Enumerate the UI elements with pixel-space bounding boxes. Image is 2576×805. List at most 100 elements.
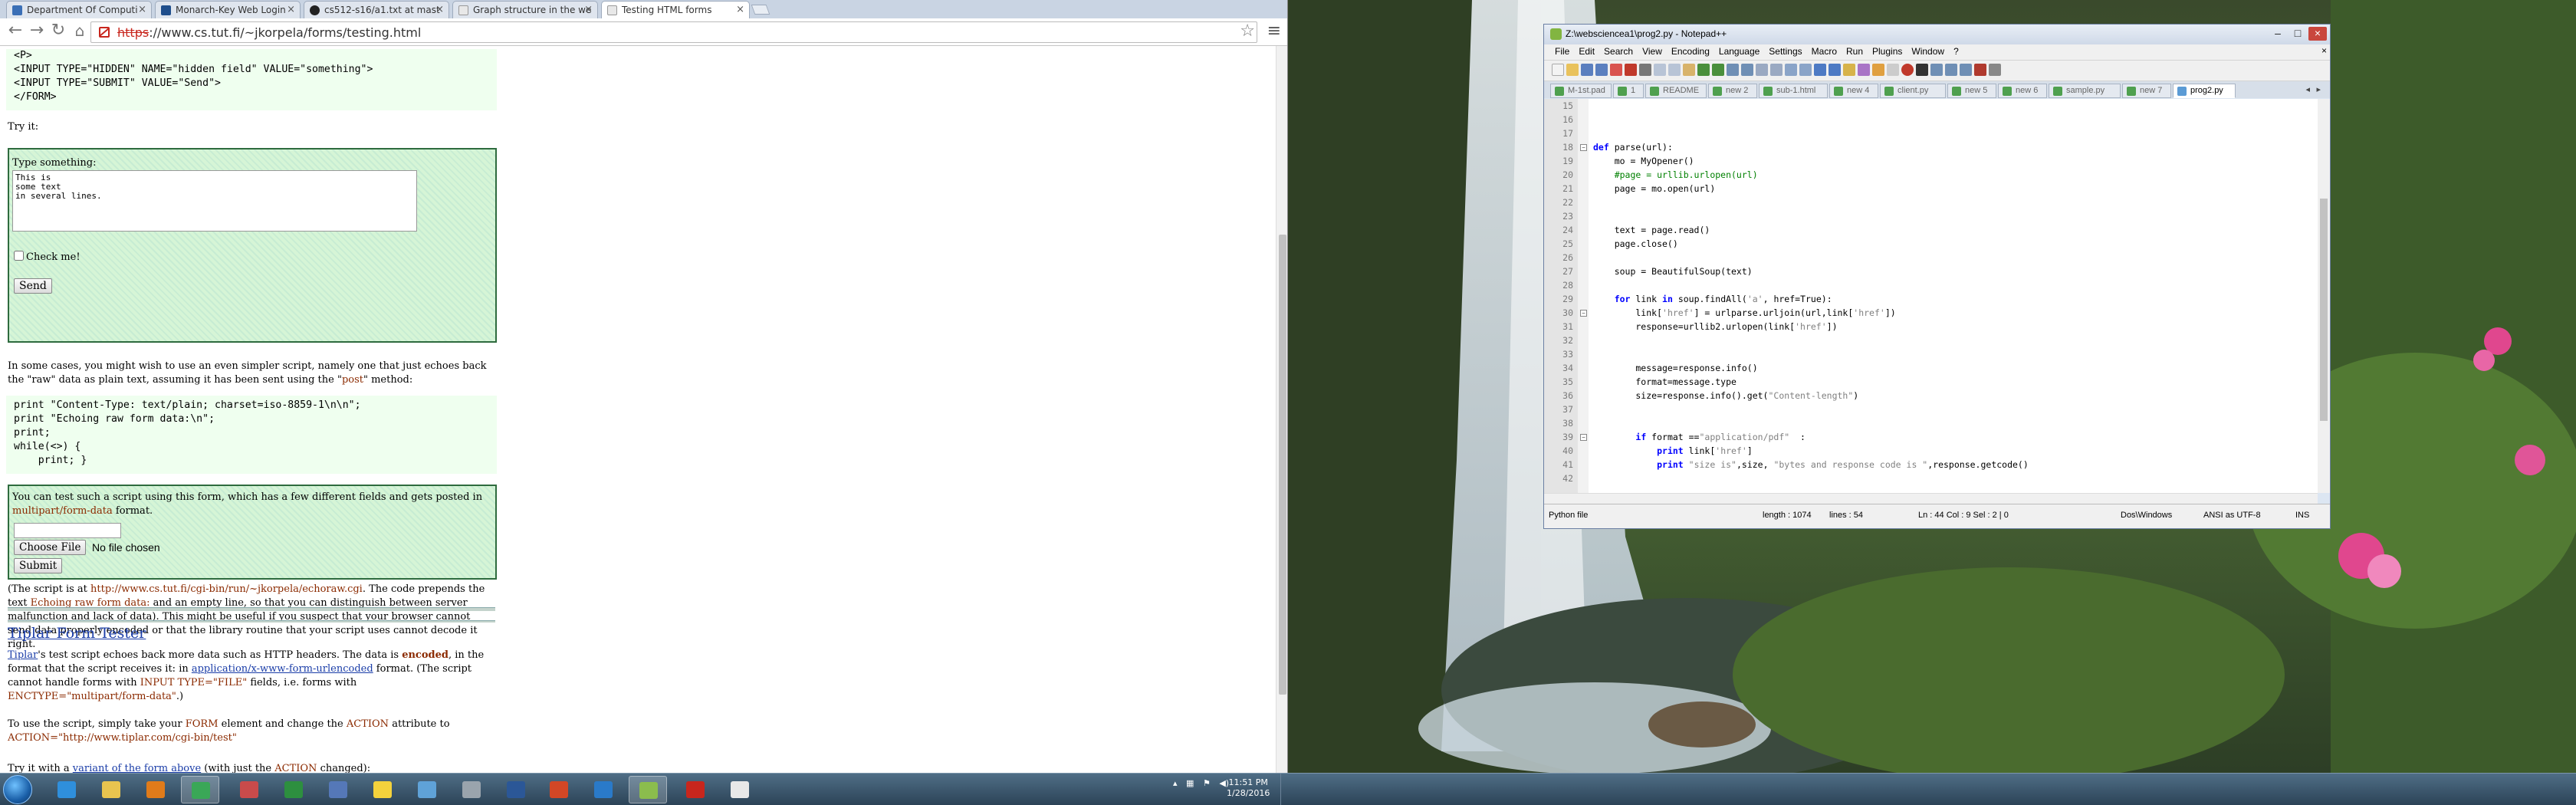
text-input[interactable] [14, 523, 121, 538]
network-tray-icon[interactable]: ▦ [1186, 778, 1194, 788]
doc-tab[interactable]: README [1645, 84, 1707, 98]
taskbar-button[interactable] [136, 776, 175, 803]
find-icon[interactable] [1727, 64, 1739, 76]
reload-icon[interactable]: ↻ [49, 22, 67, 41]
show-all-chars-icon[interactable] [1829, 64, 1841, 76]
plugin-icon[interactable] [1974, 64, 1986, 76]
address-bar[interactable]: https://www.cs.tut.fi/~jkorpela/forms/te… [90, 21, 1257, 43]
browser-tab[interactable]: Monarch-Key Web Login × [155, 1, 301, 18]
urlencoded-link[interactable]: application/x-www-form-urlencoded [192, 663, 373, 675]
cut-icon[interactable] [1654, 64, 1666, 76]
taskbar-button[interactable] [584, 776, 623, 803]
save-icon[interactable] [1581, 64, 1593, 76]
tab-close-icon[interactable]: × [584, 4, 593, 15]
start-button-icon[interactable] [3, 775, 32, 804]
doc-tab-active[interactable]: prog2.py [2173, 84, 2236, 98]
menu-settings[interactable]: Settings [1769, 46, 1802, 57]
scrollbar-thumb[interactable] [1279, 235, 1286, 695]
menu-encoding[interactable]: Encoding [1671, 46, 1710, 57]
menu-plugins[interactable]: Plugins [1872, 46, 1902, 57]
doc-tab[interactable]: new 7 [2122, 84, 2171, 98]
taskbar-button[interactable] [230, 776, 268, 803]
sync-h-icon[interactable] [1799, 64, 1812, 76]
record-macro-icon[interactable] [1901, 64, 1914, 76]
paste-icon[interactable] [1683, 64, 1695, 76]
new-file-icon[interactable] [1552, 64, 1564, 76]
taskbar-button[interactable] [181, 776, 219, 803]
fold-toggle-icon[interactable]: − [1580, 434, 1587, 441]
doc-tab[interactable]: new 2 [1708, 84, 1757, 98]
sync-v-icon[interactable] [1785, 64, 1797, 76]
menu-window[interactable]: Window [1911, 46, 1944, 57]
taskbar-button[interactable] [629, 776, 667, 803]
tab-scroll-left-icon[interactable]: ◂ [2305, 84, 2310, 94]
close-icon[interactable]: × [2308, 27, 2327, 41]
home-icon[interactable]: ⌂ [71, 22, 89, 41]
menu-macro[interactable]: Macro [1812, 46, 1837, 57]
close-all-icon[interactable] [1625, 64, 1637, 76]
fold-toggle-icon[interactable]: − [1580, 144, 1587, 151]
taskbar-button[interactable] [721, 776, 759, 803]
zoom-in-icon[interactable] [1756, 64, 1768, 76]
flag-icon[interactable]: ⚑ [1203, 778, 1211, 788]
show-desktop-button[interactable] [1280, 774, 1288, 805]
menu-view[interactable]: View [1642, 46, 1662, 57]
doc-tab[interactable]: sub-1.html [1759, 84, 1828, 98]
taskbar-button[interactable] [319, 776, 357, 803]
doc-tab[interactable]: M-1st.pad [1550, 84, 1612, 98]
editor-horizontal-scrollbar[interactable] [1544, 493, 2318, 504]
doc-tab[interactable]: client.py [1880, 84, 1946, 98]
choose-file-button[interactable]: Choose File [14, 540, 87, 555]
bookmark-star-icon[interactable]: ☆ [1240, 21, 1255, 41]
save-all-icon[interactable] [1595, 64, 1608, 76]
browser-tab[interactable]: Department Of Computi × [6, 1, 152, 18]
save-macro-icon[interactable] [1960, 64, 1972, 76]
variant-form-link[interactable]: variant of the form above [73, 763, 201, 773]
tiplar-link[interactable]: Tiplar [8, 649, 38, 661]
undo-icon[interactable] [1697, 64, 1710, 76]
replace-icon[interactable] [1741, 64, 1753, 76]
tab-close-icon[interactable]: × [138, 4, 146, 15]
doc-tab[interactable]: new 4 [1829, 84, 1878, 98]
menu-edit[interactable]: Edit [1579, 46, 1595, 57]
close-file-icon[interactable] [1610, 64, 1622, 76]
back-arrow-icon[interactable]: ← [6, 22, 25, 41]
multiline-textarea[interactable]: This is some text in several lines. [12, 170, 417, 232]
browser-tab[interactable]: cs512-s16/a1.txt at mast × [304, 1, 449, 18]
taskbar-button[interactable] [497, 776, 535, 803]
taskbar-button[interactable] [48, 776, 86, 803]
stop-macro-icon[interactable] [1916, 64, 1928, 76]
submit-button[interactable]: Submit [14, 558, 63, 573]
menu-file[interactable]: File [1555, 46, 1569, 57]
taskbar-button[interactable] [452, 776, 491, 803]
lang-icon[interactable] [1858, 64, 1870, 76]
maximize-icon[interactable]: □ [2288, 27, 2307, 41]
plugin-2-icon[interactable] [1989, 64, 2001, 76]
open-folder-icon[interactable] [1566, 64, 1579, 76]
play-macro-icon[interactable] [1930, 64, 1943, 76]
doc-tab[interactable]: 1 [1613, 84, 1644, 98]
taskbar-button[interactable] [363, 776, 402, 803]
npp-title-bar[interactable]: Z:\websciencea1\prog2.py - Notepad++ – □… [1544, 25, 2330, 44]
print-icon[interactable] [1639, 64, 1651, 76]
doc-tab[interactable]: sample.py [2049, 84, 2121, 98]
forward-arrow-icon[interactable]: → [28, 22, 46, 41]
tab-close-icon[interactable]: × [736, 4, 744, 15]
new-tab-button[interactable] [751, 5, 770, 15]
tab-scroll-right-icon[interactable]: ▸ [2316, 84, 2321, 94]
taskbar-button[interactable] [408, 776, 446, 803]
word-wrap-icon[interactable] [1814, 64, 1826, 76]
code-editor[interactable]: 15 16 17 18 19 20 21 22 23 24 25 26 27 28 29 30 31 32 33 34… [1544, 99, 2318, 493]
send-button[interactable]: Send [14, 278, 52, 294]
copy-icon[interactable] [1668, 64, 1681, 76]
doc-tab[interactable]: new 6 [1998, 84, 2047, 98]
tab-close-icon[interactable]: × [287, 4, 295, 15]
chrome-menu-icon[interactable]: ≡ [1267, 21, 1281, 41]
tab-close-icon[interactable]: × [435, 4, 444, 15]
taskbar-button[interactable] [92, 776, 130, 803]
tiplar-heading[interactable]: Tiplar Form Tester [8, 625, 495, 642]
run-macro-multiple-icon[interactable] [1945, 64, 1957, 76]
taskbar-button[interactable] [676, 776, 715, 803]
menu-search[interactable]: Search [1604, 46, 1633, 57]
scrollbar-thumb[interactable] [2320, 199, 2328, 421]
